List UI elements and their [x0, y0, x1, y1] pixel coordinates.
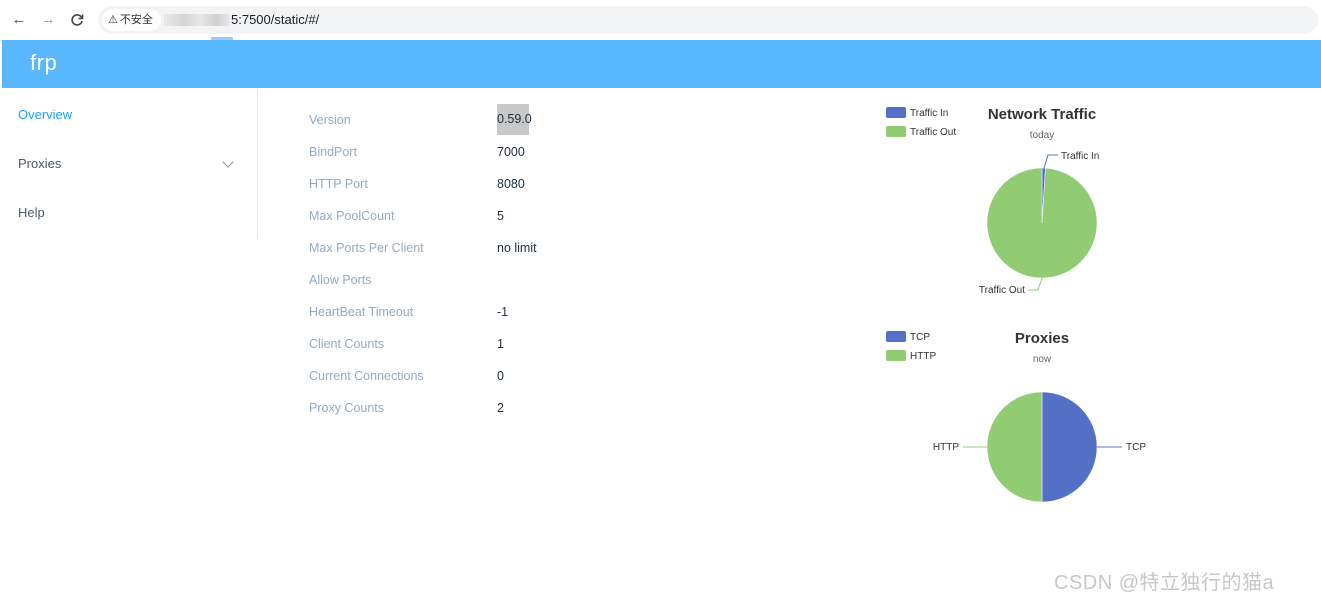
info-value: 8080	[497, 177, 525, 191]
info-value: -1	[497, 305, 509, 319]
info-value: no limit	[497, 241, 537, 255]
sidebar-item-proxies[interactable]: Proxies	[18, 156, 61, 171]
legend-swatch[interactable]	[886, 350, 906, 361]
proxies-svg: Proxies now TCP HTTP TCP HTTP	[886, 330, 1146, 503]
address-bar[interactable]: ⚠ 不安全 5:7500/static/#/	[98, 6, 1318, 34]
label-leader	[1028, 277, 1043, 291]
legend-swatch[interactable]	[886, 331, 906, 342]
security-indicator[interactable]: ⚠ 不安全	[102, 9, 161, 31]
legend-swatch[interactable]	[886, 107, 906, 118]
info-label: Version	[309, 113, 351, 127]
app-header: frp	[2, 40, 1321, 88]
info-value-version: 0.59.0	[497, 104, 532, 135]
pie-slices	[986, 391, 1098, 503]
chart-title: Proxies	[1015, 330, 1069, 347]
legend-label[interactable]: TCP	[910, 332, 930, 343]
network-traffic-chart: Network Traffic today Traffic In Traffic…	[870, 100, 1170, 300]
arrow-right-icon[interactable]: →	[38, 10, 58, 30]
info-value: 7000	[497, 145, 525, 159]
legend-label[interactable]: Traffic In	[910, 108, 948, 119]
slice-label: TCP	[1126, 442, 1146, 453]
info-label: Current Connections	[309, 369, 424, 383]
redacted-host	[164, 14, 230, 26]
browser-toolbar: ← → ⚠ 不安全 5:7500/static/#/	[0, 0, 1321, 41]
slice-label: Traffic In	[1061, 151, 1099, 162]
chart-subtitle: now	[1033, 354, 1052, 365]
info-value: 5	[497, 209, 504, 223]
url-text[interactable]: 5:7500/static/#/	[231, 6, 319, 34]
pie-slice-traffic-out[interactable]	[986, 167, 1098, 279]
chart-title: Network Traffic	[988, 106, 1096, 123]
info-value: 1	[497, 337, 504, 351]
pie-slice-http[interactable]	[986, 391, 1043, 503]
info-label: Max Ports Per Client	[309, 241, 424, 255]
label-leader	[1043, 154, 1058, 169]
info-label: Client Counts	[309, 337, 385, 351]
slice-label: HTTP	[933, 442, 959, 453]
proxies-chart: Proxies now TCP HTTP TCP HTTP	[870, 324, 1170, 514]
info-label: BindPort	[309, 145, 357, 159]
legend-label[interactable]: Traffic Out	[910, 127, 956, 138]
sidebar-item-help[interactable]: Help	[18, 205, 45, 220]
pie-slice-tcp[interactable]	[1041, 391, 1098, 503]
pie-slices	[986, 167, 1098, 279]
info-value: 0	[497, 369, 504, 383]
chart-subtitle: today	[1030, 130, 1054, 141]
reload-icon[interactable]	[67, 10, 87, 30]
info-label: Allow Ports	[309, 273, 372, 287]
info-label: Proxy Counts	[309, 401, 385, 415]
sidebar-item-overview[interactable]: Overview	[18, 107, 72, 122]
info-label: HTTP Port	[309, 177, 368, 191]
info-label: Max PoolCount	[309, 209, 395, 223]
network-traffic-svg: Network Traffic today Traffic In Traffic…	[886, 106, 1099, 296]
arrow-left-icon[interactable]: ←	[9, 10, 29, 30]
sidebar-menu: Overview Proxies Help	[2, 88, 258, 238]
brand-logo[interactable]: frp	[30, 40, 57, 86]
watermark: CSDN @特立独行的猫a	[1054, 572, 1275, 594]
chevron-down-icon[interactable]	[222, 156, 234, 168]
info-value: 2	[497, 401, 504, 415]
legend-swatch[interactable]	[886, 126, 906, 137]
legend-label[interactable]: HTTP	[910, 351, 936, 362]
security-label: 不安全	[119, 14, 153, 26]
slice-label: Traffic Out	[979, 285, 1025, 296]
warning-icon: ⚠	[108, 14, 118, 26]
info-label: HeartBeat Timeout	[309, 305, 414, 319]
